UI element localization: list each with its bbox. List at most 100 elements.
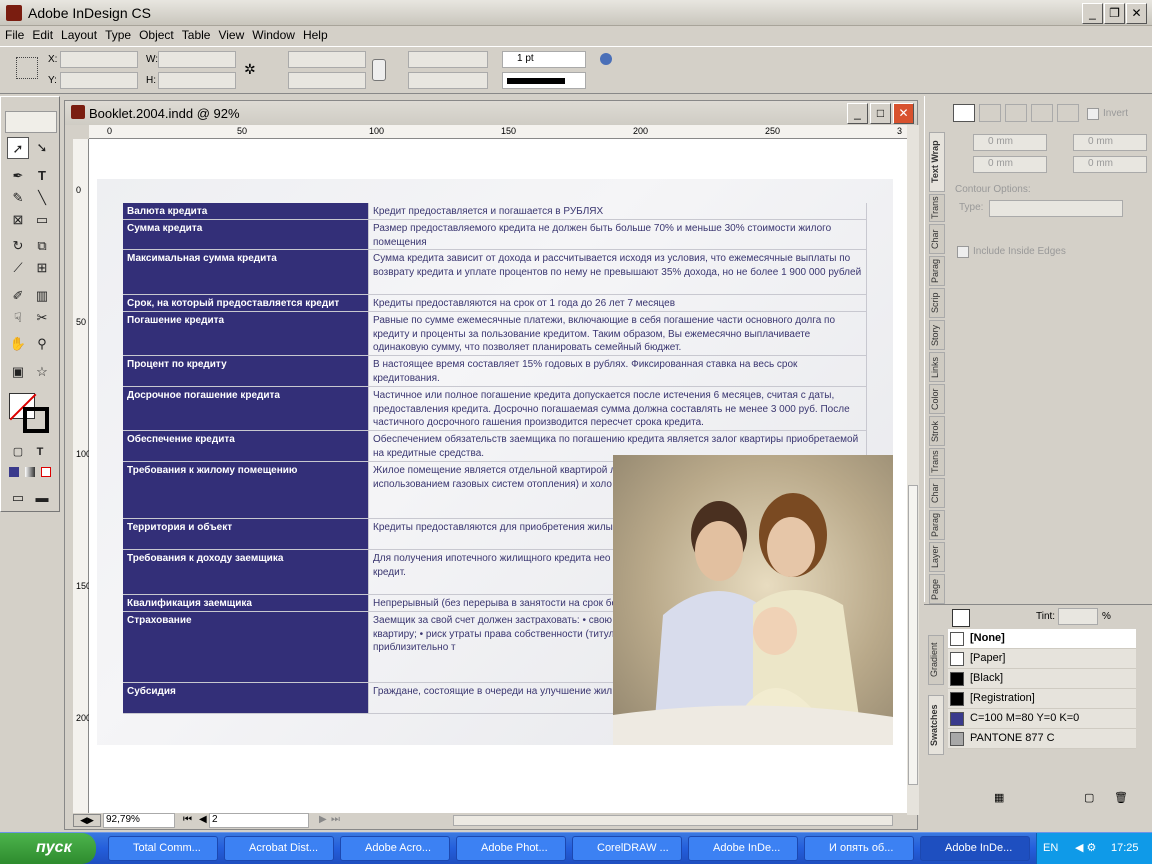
tint-field[interactable] <box>1058 608 1098 625</box>
panel-tab[interactable]: Parag <box>929 510 945 540</box>
table-row[interactable]: Валюта кредита Кредит предоставляется и п… <box>123 203 867 220</box>
table-row[interactable]: Срок, на который предоставляется кредит К… <box>123 295 867 312</box>
vertical-scrollbar[interactable] <box>907 125 919 815</box>
no-wrap-icon[interactable] <box>953 104 975 122</box>
gradient-tool-icon[interactable]: ▥ <box>31 285 53 307</box>
prev-page-icon[interactable]: ◀ <box>199 814 207 825</box>
scale-x-field[interactable] <box>288 51 366 68</box>
delete-swatch-icon[interactable]: 🗑 <box>1114 791 1128 804</box>
scissors-tool-icon[interactable]: ✂ <box>31 307 53 329</box>
rotate-tool-icon[interactable]: ↻ <box>7 235 29 257</box>
pencil-tool-icon[interactable]: ✎ <box>7 187 29 209</box>
preview-view-icon[interactable]: ▬ <box>31 487 53 509</box>
menu-object[interactable]: Object <box>134 26 174 42</box>
language-indicator[interactable]: EN <box>1043 842 1058 854</box>
rectangle-tool-icon[interactable]: ▭ <box>31 209 53 231</box>
menu-edit[interactable]: Edit <box>27 26 53 42</box>
gradient-tab[interactable]: Gradient <box>928 635 944 685</box>
adobe-online-icon[interactable] <box>5 111 57 133</box>
jump-next-column-icon[interactable] <box>1057 104 1079 122</box>
hand-tool-icon[interactable]: ✋ <box>7 333 29 355</box>
x-field[interactable] <box>60 51 138 68</box>
panel-tab[interactable]: Char <box>929 478 945 508</box>
direct-selection-tool-icon[interactable]: ➘ <box>31 137 53 159</box>
table-row[interactable]: Максимальная сумма кредита Сумма кредита … <box>123 250 867 295</box>
include-inside-edges-checkbox[interactable] <box>957 246 969 258</box>
zoom-tool-icon[interactable]: ⚲ <box>31 333 53 355</box>
shear-tool-icon[interactable]: ⟋ <box>7 257 29 279</box>
bottom-offset-field[interactable]: 0 mm <box>973 156 1047 173</box>
y-field[interactable] <box>60 72 138 89</box>
wrap-bounding-box-icon[interactable] <box>979 104 1001 122</box>
new-swatch-icon[interactable]: ▢ <box>1084 791 1094 804</box>
doc-close-button[interactable]: ✕ <box>893 103 914 124</box>
panel-tab[interactable]: Text Wrap <box>929 132 945 192</box>
jump-object-icon[interactable] <box>1031 104 1053 122</box>
shear-field[interactable] <box>408 72 488 89</box>
table-row[interactable]: Процент по кредиту В настоящее время сост… <box>123 356 867 387</box>
apply-color-icon[interactable] <box>9 467 19 477</box>
close-button[interactable]: ✕ <box>1126 3 1147 24</box>
formatting-container-icon[interactable]: ▢ <box>7 441 29 463</box>
taskbar-button[interactable]: Adobe InDe... <box>920 836 1030 861</box>
doc-minimize-button[interactable]: _ <box>847 103 868 124</box>
panel-tab[interactable]: Scrip <box>929 288 945 318</box>
panel-tab[interactable]: Page <box>929 574 945 604</box>
show-all-swatches-icon[interactable]: ▦ <box>994 791 1004 804</box>
family-photo-image[interactable] <box>613 455 893 745</box>
menu-table[interactable]: Table <box>177 26 211 42</box>
pen-tool-icon[interactable]: ✒ <box>7 165 29 187</box>
h-field[interactable] <box>158 72 236 89</box>
minimize-button[interactable]: _ <box>1082 3 1103 24</box>
star-icon[interactable]: ☆ <box>31 361 53 383</box>
reference-point-icon[interactable] <box>16 57 38 79</box>
menu-view[interactable]: View <box>213 26 244 42</box>
vertical-ruler[interactable]: 0 50 100 150 200 <box>73 139 91 815</box>
swatches-tab[interactable]: Swatches <box>928 695 944 755</box>
type-tool-icon[interactable]: T <box>31 165 53 187</box>
contour-type-select[interactable] <box>989 200 1123 217</box>
top-offset-field[interactable]: 0 mm <box>973 134 1047 151</box>
scale-tool-icon[interactable]: ⧉ <box>31 235 53 257</box>
pasteboard-canvas[interactable]: Валюта кредита Кредит предоставляется и п… <box>89 139 907 815</box>
menu-layout[interactable]: Layout <box>56 26 97 42</box>
scrollbar-thumb[interactable] <box>908 485 918 785</box>
taskbar-button[interactable]: Adobe Phot... <box>456 836 566 861</box>
panel-tab[interactable]: Char <box>929 224 945 254</box>
stroke-swatch-icon[interactable] <box>23 407 49 433</box>
wrap-object-shape-icon[interactable] <box>1005 104 1027 122</box>
palette-menu-icon[interactable] <box>600 53 612 65</box>
left-offset-field[interactable]: 0 mm <box>1073 156 1147 173</box>
swatch-row[interactable]: PANTONE 877 C <box>948 729 1136 749</box>
menu-type[interactable]: Type <box>100 26 131 42</box>
taskbar-button[interactable]: Adobe InDe... <box>688 836 798 861</box>
horizontal-scrollbar[interactable] <box>453 815 893 826</box>
doc-maximize-button[interactable]: □ <box>870 103 891 124</box>
table-row[interactable]: Погашение кредита Равные по сумме ежемеся… <box>123 312 867 356</box>
panel-tab[interactable]: Parag <box>929 256 945 286</box>
zoom-field[interactable]: 92,79% <box>103 813 175 828</box>
swatch-row[interactable]: [Registration] <box>948 689 1136 709</box>
taskbar-button[interactable]: И опять об... <box>804 836 914 861</box>
tray-icons[interactable]: ◀ ⚙ <box>1075 841 1096 854</box>
rotation-field[interactable] <box>408 51 488 68</box>
swatch-row[interactable]: [Paper] <box>948 649 1136 669</box>
panel-tab[interactable]: Layer <box>929 542 945 572</box>
line-tool-icon[interactable]: ╲ <box>31 187 53 209</box>
swatch-row[interactable]: [None] <box>948 629 1136 649</box>
menu-file[interactable]: File <box>0 26 24 42</box>
fill-stroke-icon[interactable] <box>952 609 970 627</box>
restore-button[interactable]: ❐ <box>1104 3 1125 24</box>
panel-tab[interactable]: Trans <box>929 448 945 476</box>
right-offset-field[interactable]: 0 mm <box>1073 134 1147 151</box>
constrain-proportions-icon[interactable]: ✲ <box>244 61 256 78</box>
invert-checkbox[interactable] <box>1087 108 1099 120</box>
view-toggle-icon[interactable]: ◀▶ <box>73 814 101 827</box>
eyedropper-tool-icon[interactable]: ✐ <box>7 285 29 307</box>
panel-tab[interactable]: Story <box>929 320 945 350</box>
page-number-field[interactable]: 2 <box>209 813 309 828</box>
apply-gradient-icon[interactable] <box>25 467 35 477</box>
stroke-type-select[interactable] <box>502 72 586 89</box>
menu-help[interactable]: Help <box>298 26 328 42</box>
link-icon[interactable] <box>372 59 386 81</box>
